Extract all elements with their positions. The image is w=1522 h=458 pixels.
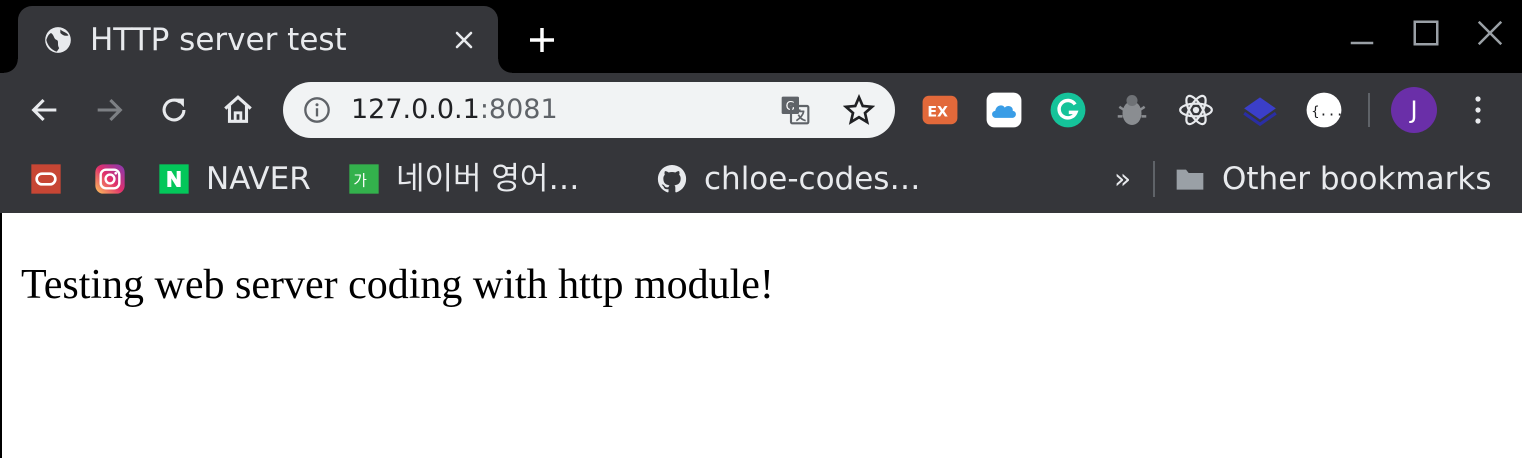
back-icon[interactable] (28, 93, 62, 127)
grammarly-extension-icon[interactable] (1049, 91, 1087, 129)
browser-toolbar: 127.0.0.1:8081 G EX {... J (0, 73, 1522, 147)
home-icon[interactable] (221, 93, 255, 127)
toolbar-divider (1368, 93, 1370, 127)
other-bookmarks[interactable]: Other bookmarks (1222, 159, 1491, 199)
bug-extension-icon[interactable] (1113, 91, 1151, 129)
translate-icon[interactable]: G (779, 94, 811, 126)
new-tab-icon[interactable] (526, 24, 558, 56)
close-window-icon[interactable] (1475, 18, 1505, 48)
url-port: :8081 (479, 94, 558, 125)
star-icon[interactable] (843, 94, 875, 126)
minimize-icon[interactable] (1347, 18, 1377, 48)
url-host: 127.0.0.1 (351, 94, 480, 125)
forward-icon[interactable] (92, 93, 126, 127)
info-icon[interactable] (303, 96, 331, 124)
svg-text:EX: EX (927, 104, 948, 120)
globe-icon (45, 27, 71, 53)
react-devtools-icon[interactable] (1177, 91, 1215, 129)
oracle-icon[interactable] (30, 163, 62, 195)
maximize-icon[interactable] (1411, 18, 1441, 48)
naver-icon[interactable] (158, 163, 190, 195)
url-text[interactable]: 127.0.0.1:8081 (351, 93, 558, 127)
close-tab-icon[interactable] (452, 28, 476, 52)
bookmarks-bar: NAVER 가 네이버 영어… chloe-codes… » Other boo… (0, 147, 1522, 213)
reload-icon[interactable] (157, 93, 191, 127)
json-extension-icon[interactable]: {...} (1305, 91, 1343, 129)
icloud-extension-icon[interactable] (985, 91, 1023, 129)
ex-extension-icon[interactable]: EX (921, 91, 959, 129)
tab-title: HTTP server test (90, 22, 347, 58)
address-bar[interactable]: 127.0.0.1:8081 G (283, 82, 895, 138)
naver-dictionary-icon[interactable]: 가 (348, 163, 380, 195)
instagram-icon[interactable] (94, 163, 126, 195)
active-tab[interactable]: HTTP server test (4, 6, 512, 73)
menu-icon[interactable] (1466, 93, 1490, 127)
folder-icon (1176, 169, 1204, 190)
page-content: Testing web server coding with http modu… (2, 213, 1522, 458)
bookmark-naver[interactable]: NAVER (206, 159, 311, 199)
bookmarks-overflow-button[interactable]: » (1114, 159, 1131, 199)
bookmark-naver-english[interactable]: 네이버 영어… (396, 159, 579, 199)
bookmarks-divider (1153, 161, 1155, 197)
bookmark-github[interactable]: chloe-codes… (704, 159, 920, 199)
svg-text:가: 가 (353, 173, 367, 190)
tab-strip: HTTP server test (0, 0, 1522, 73)
page-body-text: Testing web server coding with http modu… (21, 262, 774, 308)
github-icon[interactable] (656, 163, 688, 195)
profile-avatar[interactable]: J (1391, 87, 1437, 133)
svg-text:{...}: {...} (1311, 105, 1343, 120)
layers-extension-icon[interactable] (1241, 91, 1279, 129)
